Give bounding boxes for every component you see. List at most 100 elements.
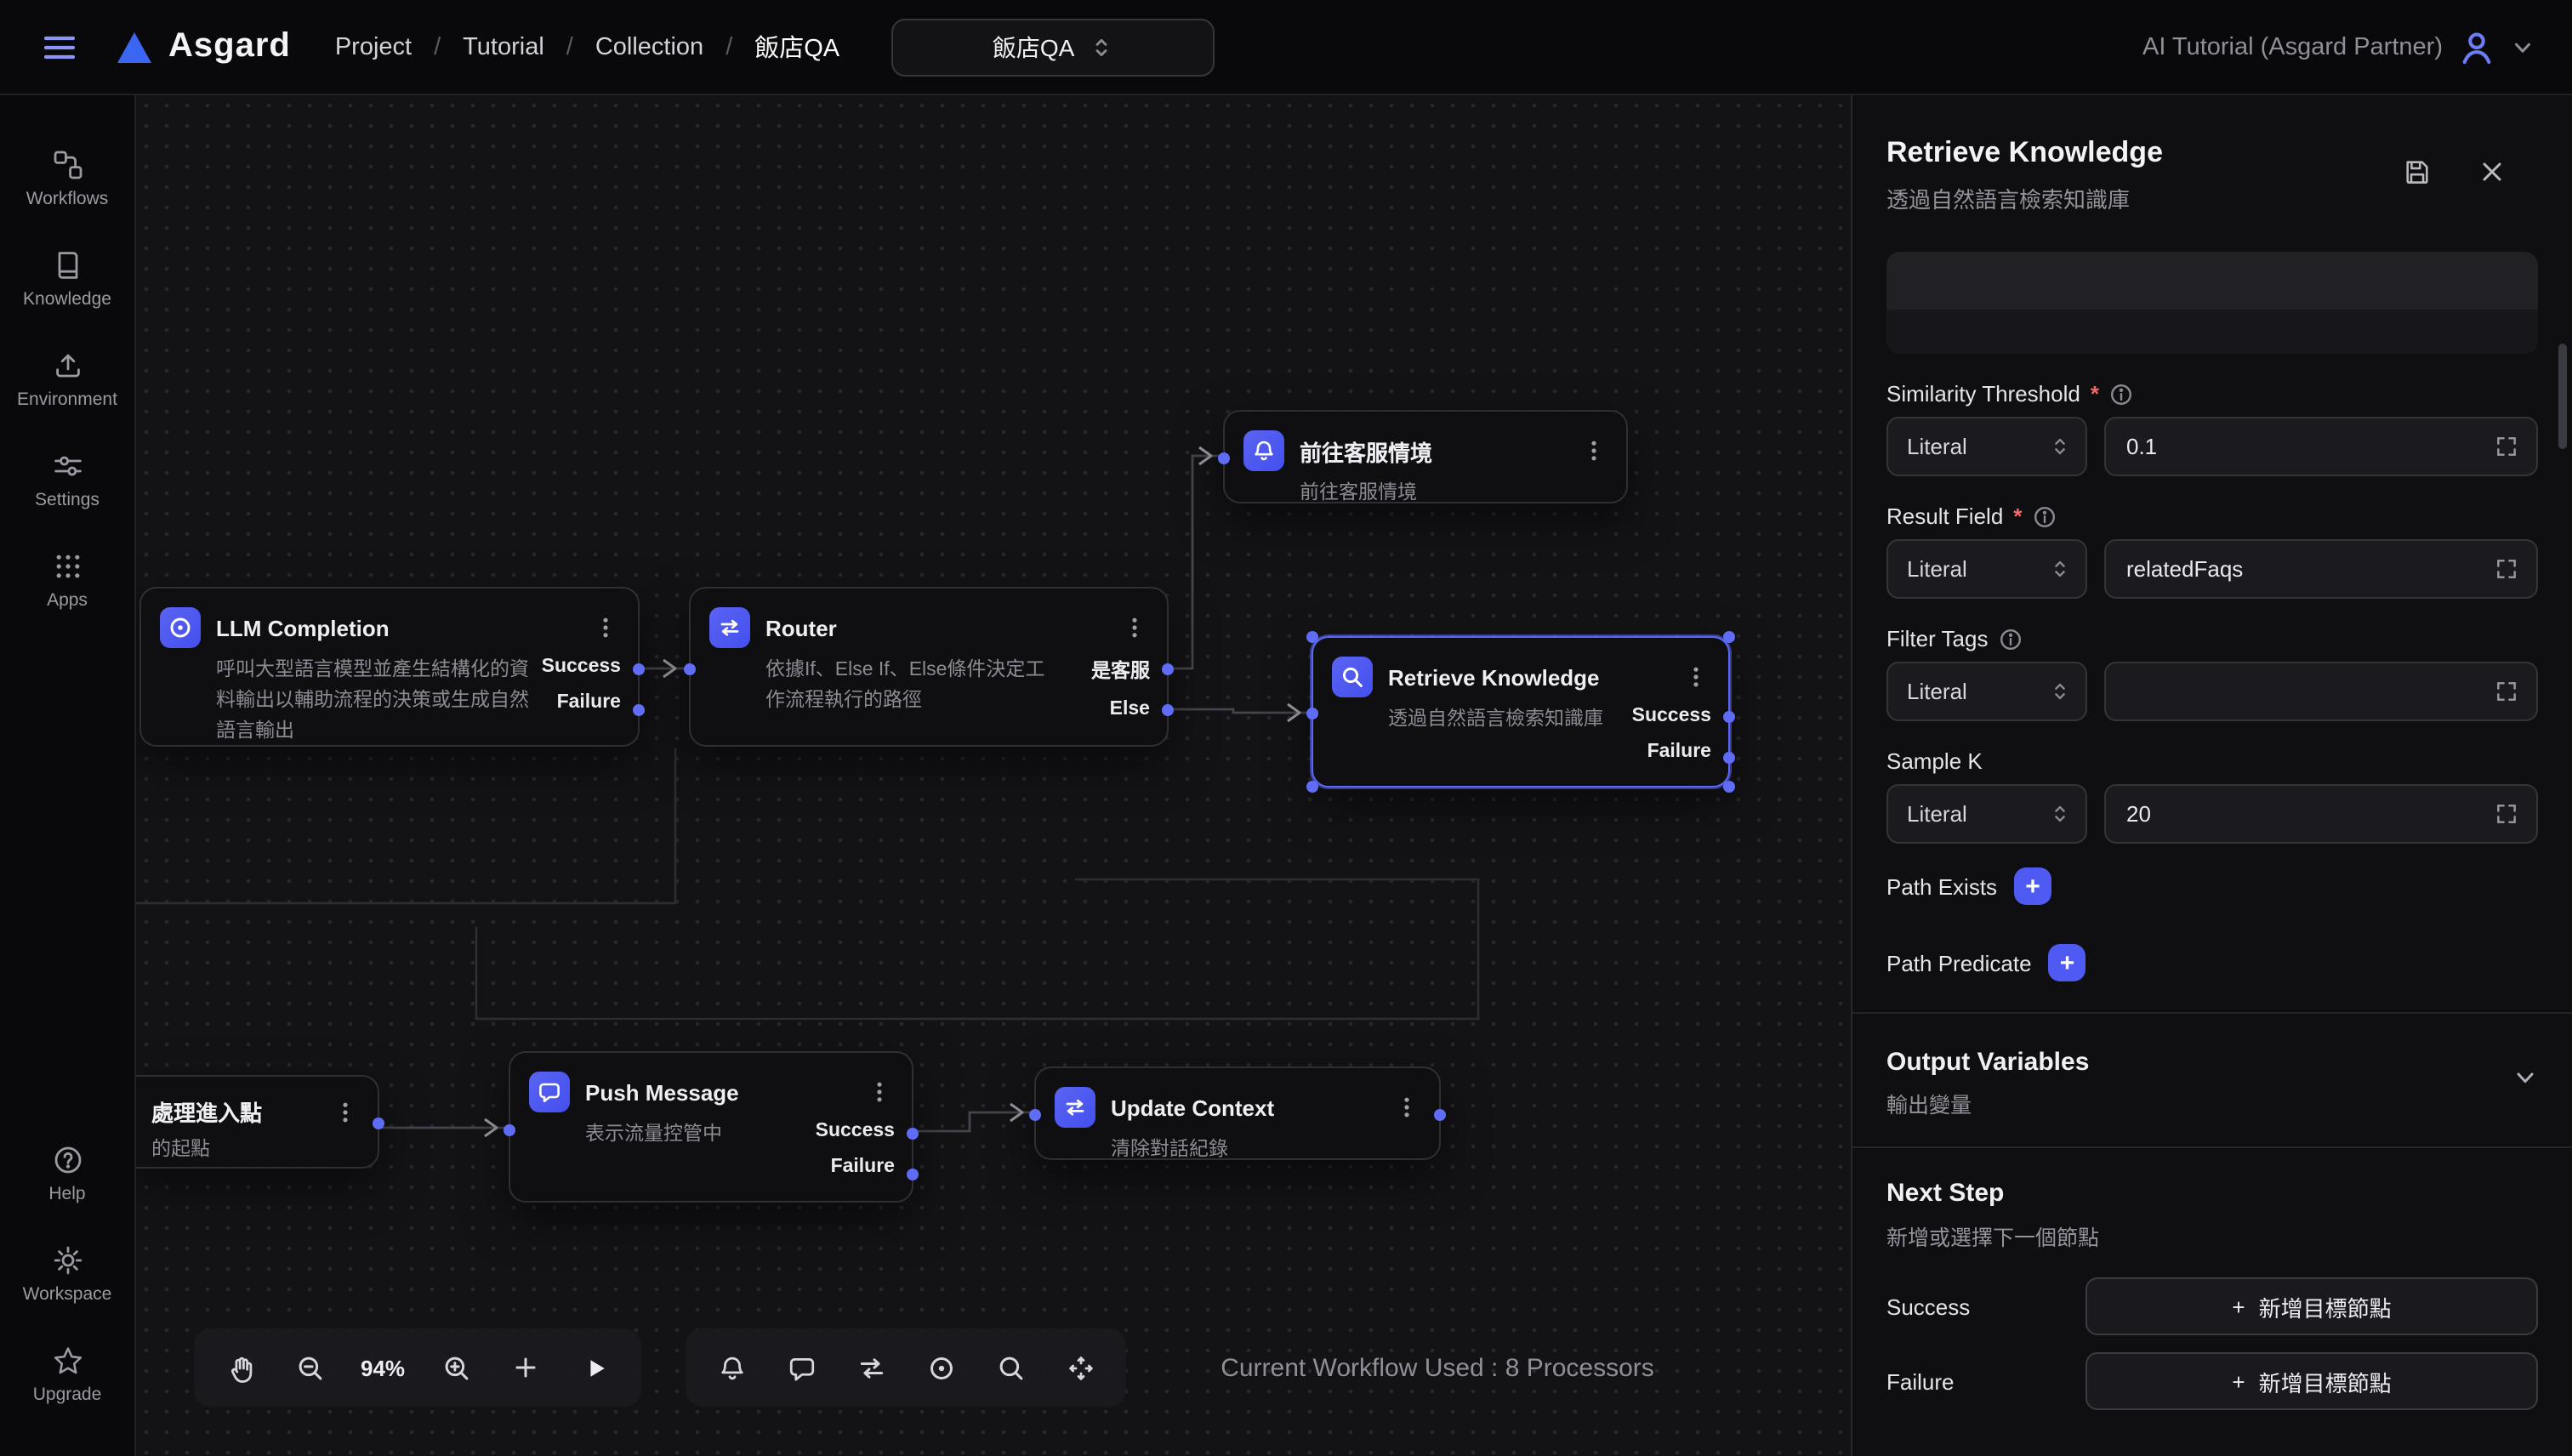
output-port[interactable] [1162,663,1174,675]
node-update-context[interactable]: Update Context 清除對話紀錄 [1034,1066,1441,1160]
info-icon[interactable] [2032,504,2056,528]
sidebar-item-workspace[interactable]: Workspace [3,1235,132,1315]
knowledge-field-partial[interactable] [1886,252,2538,354]
output-success[interactable]: Success [816,1121,895,1141]
node-title: Retrieve Knowledge [1388,664,1665,690]
expand-icon[interactable] [2490,431,2521,462]
selection-handle[interactable] [1723,631,1735,643]
output-variables-section[interactable]: Output Variables 輸出變量 [1886,1048,2538,1119]
add-target-node-success-button[interactable]: + 新增目標節點 [2085,1277,2538,1335]
menu-icon[interactable] [37,25,82,69]
kebab-menu-icon[interactable] [330,1096,361,1127]
input-port[interactable] [1218,452,1230,464]
node-entry[interactable]: 處理進入點 的起點 [136,1075,379,1169]
sample-k-input[interactable] [2126,801,2490,827]
add-message-icon[interactable] [782,1349,820,1386]
kebab-menu-icon[interactable] [590,612,621,643]
zoom-out-icon[interactable] [291,1349,328,1386]
similarity-threshold-input[interactable] [2126,434,2490,459]
selection-handle[interactable] [1723,781,1735,793]
input-port[interactable] [504,1124,515,1136]
sidebar-item-environment[interactable]: Environment [3,340,132,420]
sidebar-item-settings[interactable]: Settings [3,441,132,520]
node-subtitle: 前往客服情境 [1300,478,1606,505]
output-port[interactable] [373,1118,384,1129]
add-llm-icon[interactable] [922,1349,959,1386]
add-path-predicate-button[interactable]: + [2049,944,2086,981]
chevron-down-icon[interactable] [2512,1065,2538,1090]
output-branch[interactable]: 是客服 [1091,657,1150,684]
pan-hand-icon[interactable] [221,1349,259,1386]
type-select-result-field[interactable]: Literal [1886,539,2087,599]
input-port[interactable] [1306,708,1318,719]
output-failure[interactable]: Failure [1632,742,1711,762]
kebab-menu-icon[interactable] [864,1077,895,1107]
breadcrumb-collection[interactable]: Collection [595,33,703,60]
breadcrumb-project[interactable]: Project [335,33,412,60]
workflow-select[interactable]: 飯店QA [891,18,1214,76]
output-port[interactable] [907,1169,919,1180]
add-path-exists-button[interactable]: + [2014,867,2051,905]
input-port[interactable] [1029,1109,1041,1121]
sidebar-item-help[interactable]: Help [3,1135,132,1214]
output-port[interactable] [1434,1109,1446,1121]
selection-handle[interactable] [1306,781,1318,793]
kebab-menu-icon[interactable] [1579,435,1609,466]
save-icon[interactable] [2402,156,2433,187]
kebab-menu-icon[interactable] [1681,662,1711,692]
zoom-in-icon[interactable] [437,1349,475,1386]
node-router[interactable]: Router 依據If、Else If、Else條件決定工作流程執行的路徑 是客… [689,587,1169,747]
panel-scrollbar[interactable] [2558,344,2567,449]
kebab-menu-icon[interactable] [1119,612,1150,643]
expand-icon[interactable] [2490,554,2521,584]
output-port[interactable] [1723,752,1735,764]
add-router-icon[interactable] [852,1349,890,1386]
expand-icon[interactable] [2490,799,2521,829]
node-retrieve-knowledge[interactable]: Retrieve Knowledge 透過自然語言檢索知識庫 Success F… [1312,636,1730,788]
plus-icon: + [2232,1368,2245,1394]
output-success[interactable]: Success [542,657,621,677]
info-icon[interactable] [2109,382,2133,406]
add-icon[interactable] [507,1349,544,1386]
info-icon[interactable] [1998,627,2022,651]
output-failure[interactable]: Failure [816,1157,895,1177]
fit-view-icon[interactable] [1061,1349,1099,1386]
expand-icon[interactable] [2490,676,2521,707]
sidebar-item-apps[interactable]: Apps [3,541,132,621]
account-menu[interactable]: AI Tutorial (Asgard Partner) [2142,28,2535,65]
workflow-canvas[interactable]: 處理進入點 的起點 LLM Completion 呼叫大型語言模型並產生結構化的… [136,95,1851,1456]
next-step-header: Next Step 新增或選擇下一個節點 [1886,1179,2538,1252]
selection-handle[interactable] [1306,631,1318,643]
run-workflow-icon[interactable] [577,1349,614,1386]
node-push-message[interactable]: Push Message 表示流量控管中 Success Failure [509,1051,913,1203]
sidebar-item-knowledge[interactable]: Knowledge [3,240,132,320]
breadcrumb-current[interactable]: 飯店QA [754,29,839,65]
add-scene-icon[interactable] [713,1349,750,1386]
output-failure[interactable]: Failure [542,692,621,713]
search-icon[interactable] [992,1349,1029,1386]
sidebar-item-upgrade[interactable]: Upgrade [3,1335,132,1415]
result-field-input[interactable] [2126,556,2490,582]
output-success[interactable]: Success [1632,706,1711,726]
output-port[interactable] [1723,711,1735,723]
divider [1852,1146,2572,1148]
kebab-menu-icon[interactable] [1391,1092,1422,1123]
breadcrumb-tutorial[interactable]: Tutorial [463,33,544,60]
user-icon[interactable] [2458,28,2495,65]
output-else[interactable]: Else [1091,699,1150,719]
sidebar-item-workflows[interactable]: Workflows [3,139,132,219]
type-select-similarity[interactable]: Literal [1886,417,2087,476]
type-select-filter-tags[interactable]: Literal [1886,662,2087,721]
output-port[interactable] [1162,704,1174,716]
output-port[interactable] [907,1128,919,1140]
chevron-down-icon[interactable] [2511,35,2535,59]
filter-tags-input[interactable] [2126,679,2490,704]
add-target-node-failure-button[interactable]: + 新增目標節點 [2085,1352,2538,1410]
output-port[interactable] [633,704,645,716]
input-port[interactable] [684,663,696,675]
type-select-sample-k[interactable]: Literal [1886,784,2087,844]
node-llm-completion[interactable]: LLM Completion 呼叫大型語言模型並產生結構化的資料輸出以輔助流程的… [139,587,640,747]
close-icon[interactable] [2477,156,2507,187]
node-goto-cs[interactable]: 前往客服情境 前往客服情境 [1223,410,1628,503]
output-port[interactable] [633,663,645,675]
